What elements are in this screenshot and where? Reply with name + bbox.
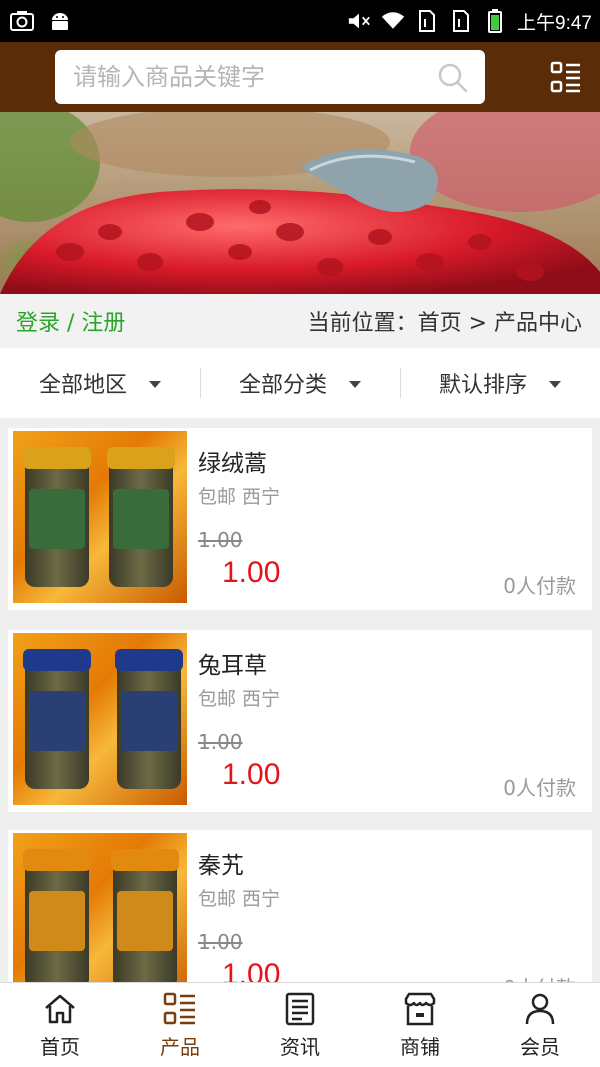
filter-label: 全部地区 bbox=[38, 373, 127, 398]
caret-down-icon bbox=[149, 380, 161, 388]
filter-region[interactable]: 全部地区 bbox=[0, 348, 200, 418]
product-image[interactable] bbox=[13, 431, 187, 603]
status-time: 上午9:47 bbox=[517, 12, 592, 34]
product-card[interactable]: 绿绒蒿 包邮 西宁 1.00 1.00 0人付款 bbox=[8, 428, 592, 610]
product-list-icon bbox=[163, 992, 195, 1024]
product-name[interactable]: 兔耳草 bbox=[198, 646, 267, 680]
grid-menu-icon[interactable] bbox=[550, 61, 582, 93]
search-input[interactable] bbox=[55, 50, 415, 104]
product-image[interactable] bbox=[13, 633, 187, 805]
caret-down-icon bbox=[549, 380, 561, 388]
filter-sort[interactable]: 默认排序 bbox=[400, 348, 600, 418]
dried-berries-photo bbox=[0, 112, 600, 294]
user-icon bbox=[525, 993, 555, 1024]
product-name[interactable]: 秦艽 bbox=[198, 846, 244, 880]
product-list[interactable]: 绿绒蒿 包邮 西宁 1.00 1.00 0人付款 兔耳草 包邮 西宁 1.00 … bbox=[0, 418, 600, 982]
breadcrumb: 当前位置：首页 > 产品中心 bbox=[307, 311, 582, 336]
nav-store[interactable]: 商铺 bbox=[360, 983, 480, 1067]
nav-label: 商铺 bbox=[400, 1034, 440, 1059]
wifi-icon bbox=[381, 9, 405, 33]
store-icon bbox=[404, 992, 436, 1025]
paid-count: 0人付款 bbox=[503, 776, 576, 800]
search-box[interactable] bbox=[55, 50, 485, 104]
home-icon bbox=[45, 994, 75, 1023]
header bbox=[0, 42, 600, 112]
product-meta: 包邮 西宁 bbox=[198, 486, 281, 508]
android-icon bbox=[48, 9, 72, 33]
nav-label: 会员 bbox=[520, 1034, 560, 1059]
promo-banner[interactable] bbox=[0, 112, 600, 294]
search-icon[interactable] bbox=[437, 62, 469, 98]
nav-home[interactable]: 首页 bbox=[0, 983, 120, 1067]
original-price: 1.00 bbox=[198, 730, 243, 754]
sim1-icon bbox=[415, 9, 439, 33]
product-name[interactable]: 绿绒蒿 bbox=[198, 444, 267, 478]
filter-label: 默认排序 bbox=[438, 373, 527, 398]
nav-label: 首页 bbox=[40, 1034, 80, 1059]
nav-label: 产品 bbox=[160, 1034, 200, 1059]
nav-member[interactable]: 会员 bbox=[480, 983, 600, 1067]
nav-label: 资讯 bbox=[280, 1034, 320, 1059]
product-meta: 包邮 西宁 bbox=[198, 688, 281, 710]
mute-icon bbox=[347, 9, 371, 33]
filter-category[interactable]: 全部分类 bbox=[200, 348, 400, 418]
paid-count: 0人付款 bbox=[503, 972, 576, 982]
paid-count: 0人付款 bbox=[503, 574, 576, 598]
current-price: 1.00 bbox=[222, 556, 281, 589]
battery-icon bbox=[483, 9, 507, 33]
bottom-nav: 首页 产品 资讯 商铺 会员 bbox=[0, 982, 600, 1067]
nav-news[interactable]: 资讯 bbox=[240, 983, 360, 1067]
product-image[interactable] bbox=[13, 833, 187, 982]
news-icon bbox=[285, 992, 315, 1025]
filter-bar: 全部地区 全部分类 默认排序 bbox=[0, 348, 600, 418]
product-meta: 包邮 西宁 bbox=[198, 888, 281, 910]
caret-down-icon bbox=[349, 380, 361, 388]
nav-products[interactable]: 产品 bbox=[120, 983, 240, 1067]
filter-label: 全部分类 bbox=[238, 373, 327, 398]
screenshot-icon bbox=[10, 9, 34, 33]
original-price: 1.00 bbox=[198, 528, 243, 552]
current-price: 1.00 bbox=[222, 758, 281, 791]
breadcrumb-bar: 登录 / 注册 当前位置：首页 > 产品中心 bbox=[0, 294, 600, 348]
product-card[interactable]: 秦艽 包邮 西宁 1.00 1.00 0人付款 bbox=[8, 830, 592, 982]
login-register-link[interactable]: 登录 / 注册 bbox=[16, 305, 125, 337]
original-price: 1.00 bbox=[198, 930, 243, 954]
sim2-icon bbox=[449, 9, 473, 33]
product-card[interactable]: 兔耳草 包邮 西宁 1.00 1.00 0人付款 bbox=[8, 630, 592, 812]
status-bar: 上午9:47 bbox=[0, 0, 600, 42]
current-price: 1.00 bbox=[222, 958, 281, 982]
